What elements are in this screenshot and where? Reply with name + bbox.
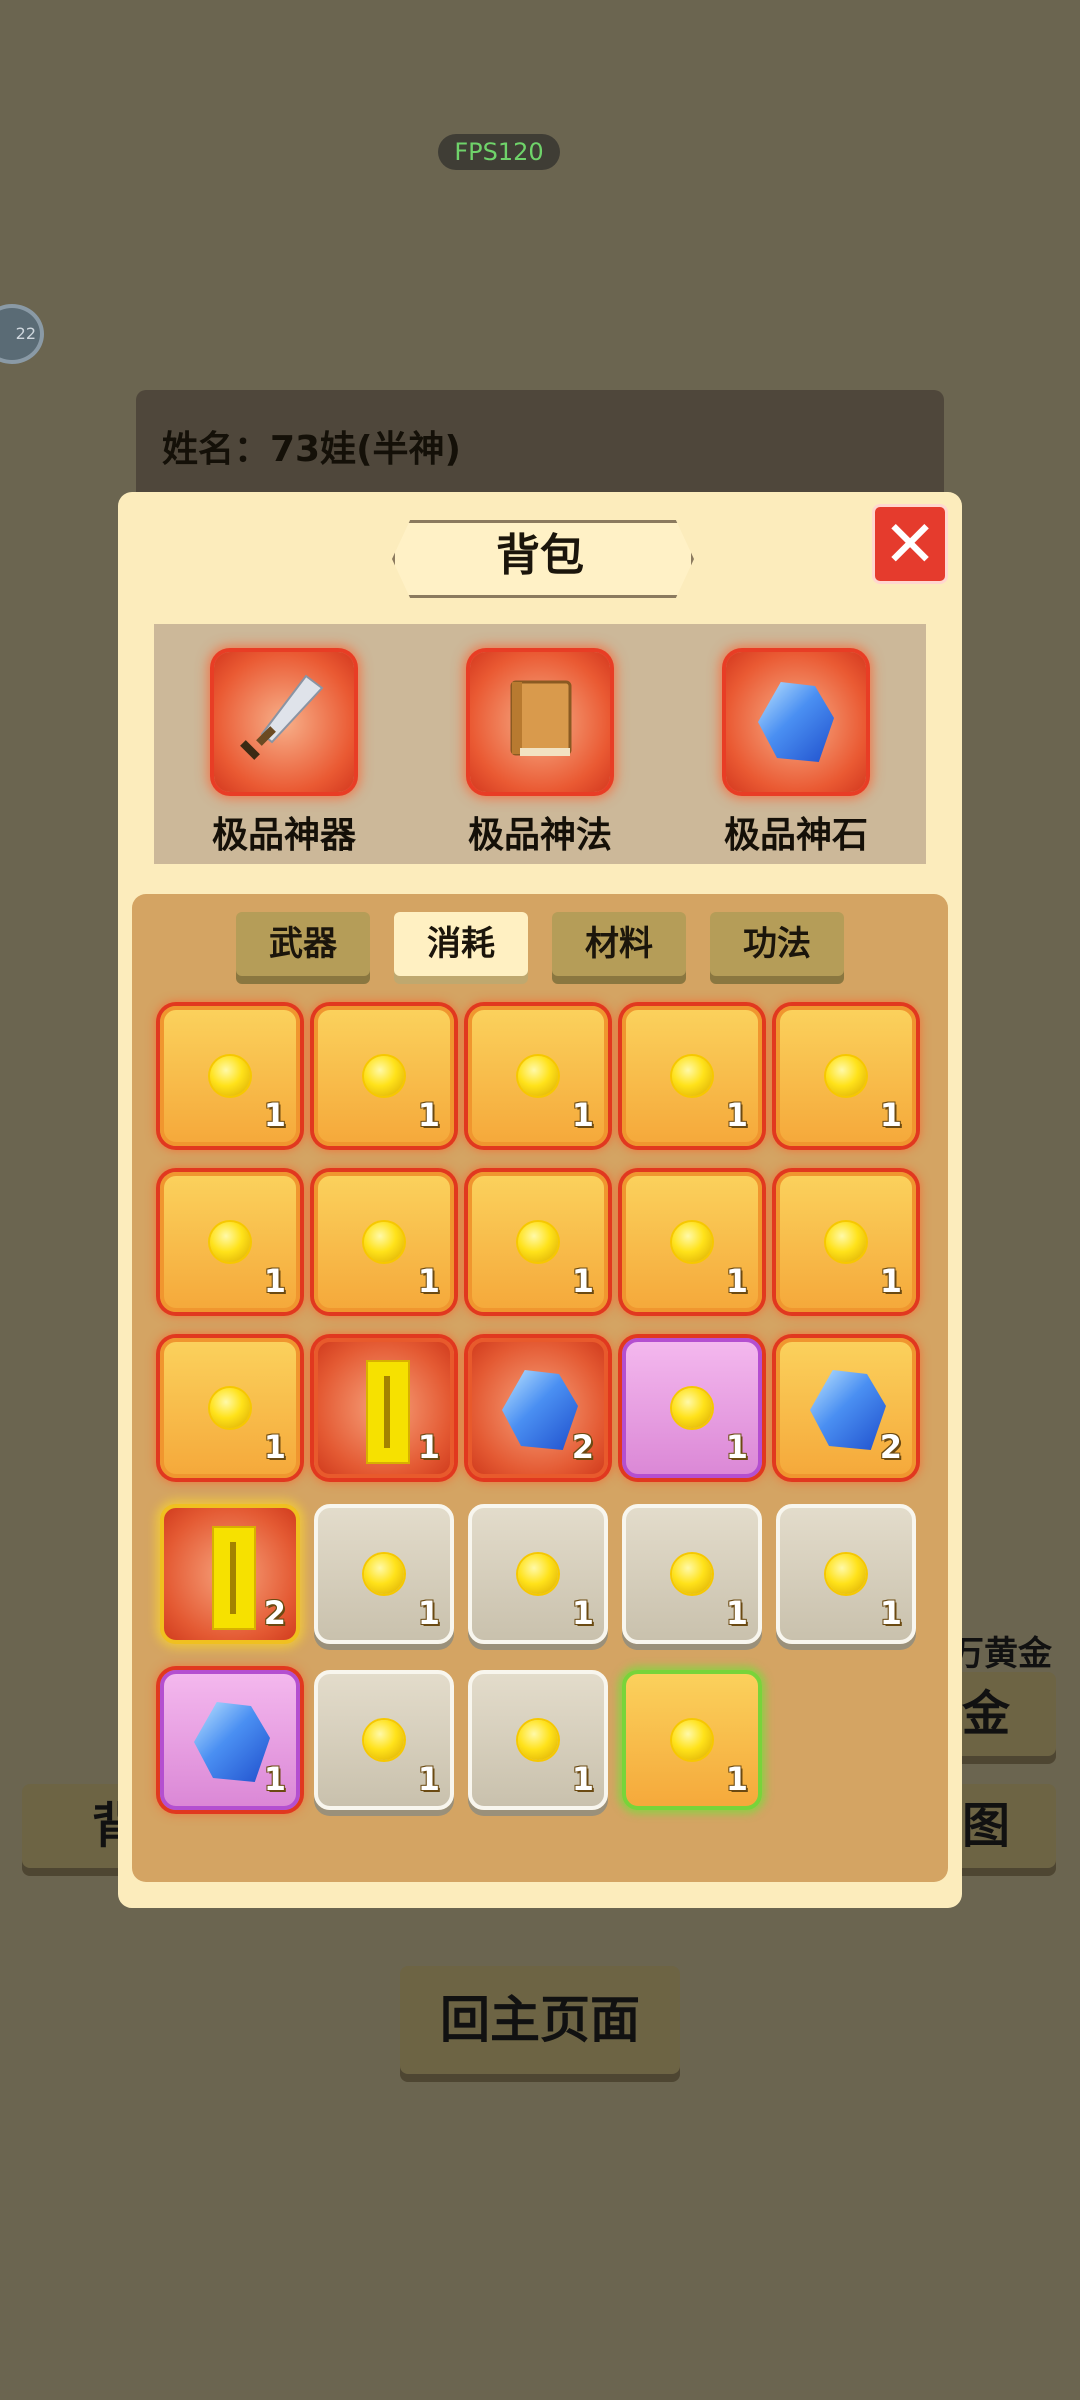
item-quantity: 1 [571, 1262, 594, 1300]
inventory-slot[interactable]: 1 [314, 1172, 454, 1312]
inventory-slot[interactable]: 1 [468, 1172, 608, 1312]
featured-label-book: 极品神法 [467, 815, 612, 856]
gold-coin-icon [672, 1222, 712, 1262]
item-quantity: 1 [879, 1096, 902, 1134]
inventory-slot[interactable]: 1 [622, 1338, 762, 1478]
item-quantity: 1 [571, 1760, 594, 1798]
gold-amount-label: 万黄金 [950, 1634, 1052, 1674]
gold-coin-icon [518, 1056, 558, 1096]
gold-coin-icon [364, 1720, 404, 1760]
item-quantity: 1 [417, 1096, 440, 1134]
tab-materials[interactable]: 材料 [552, 912, 686, 976]
gold-coin-icon [210, 1388, 250, 1428]
featured-item-weapon[interactable] [214, 652, 354, 792]
gold-coin-icon [672, 1554, 712, 1594]
gold-coin-icon [364, 1222, 404, 1262]
blue-gem-icon [502, 1370, 578, 1450]
item-quantity: 1 [725, 1760, 748, 1798]
blue-gem-icon [194, 1702, 270, 1782]
item-quantity: 1 [725, 1096, 748, 1134]
gold-coin-icon [672, 1720, 712, 1760]
item-quantity: 2 [571, 1428, 594, 1466]
featured-label-stone: 极品神石 [723, 815, 868, 856]
gold-coin-icon [518, 1222, 558, 1262]
gold-coin-icon [518, 1554, 558, 1594]
inventory-slot[interactable]: 1 [314, 1670, 454, 1810]
gold-coin-icon [210, 1056, 250, 1096]
inventory-slot[interactable]: 1 [314, 1338, 454, 1478]
inventory-slot[interactable]: 1 [160, 1006, 300, 1146]
inventory-slot[interactable]: 1 [314, 1504, 454, 1644]
item-quantity: 1 [417, 1428, 440, 1466]
tab-weapons[interactable]: 武器 [236, 912, 370, 976]
inventory-slot[interactable]: 1 [622, 1504, 762, 1644]
blue-gem-icon [758, 682, 834, 762]
item-quantity: 1 [263, 1760, 286, 1798]
inventory-slot[interactable]: 1 [622, 1006, 762, 1146]
inventory-slot[interactable]: 1 [160, 1670, 300, 1810]
item-quantity: 1 [571, 1594, 594, 1632]
inventory-slot[interactable]: 1 [468, 1504, 608, 1644]
home-button[interactable]: 回主页面 [400, 1966, 680, 2074]
featured-item-stone[interactable] [726, 652, 866, 792]
side-avatar-button[interactable]: 22 [0, 304, 44, 364]
inventory-slot[interactable]: 2 [160, 1504, 300, 1644]
item-quantity: 1 [725, 1262, 748, 1300]
talisman-icon [366, 1360, 410, 1464]
modal-title: 背包 [496, 530, 584, 581]
book-icon [510, 680, 572, 756]
item-quantity: 2 [263, 1594, 286, 1632]
talisman-icon [212, 1526, 256, 1630]
close-button[interactable]: ✕ [872, 504, 948, 584]
gold-coin-icon [826, 1056, 866, 1096]
gold-coin-icon [364, 1554, 404, 1594]
item-quantity: 1 [879, 1594, 902, 1632]
gold-coin-icon [210, 1222, 250, 1262]
player-name: 姓名：73娃(半神) [162, 429, 462, 470]
inventory-slot[interactable]: 1 [622, 1172, 762, 1312]
item-quantity: 1 [417, 1262, 440, 1300]
item-quantity: 1 [263, 1262, 286, 1300]
item-quantity: 1 [879, 1262, 902, 1300]
fps-counter: FPS120 [438, 134, 560, 170]
inventory-slot[interactable]: 1 [776, 1006, 916, 1146]
featured-label-weapon: 极品神器 [211, 815, 356, 856]
gold-coin-icon [826, 1222, 866, 1262]
inventory-slot[interactable]: 1 [468, 1006, 608, 1146]
gold-coin-icon [518, 1720, 558, 1760]
inventory-slot[interactable]: 1 [314, 1006, 454, 1146]
featured-item-book[interactable] [470, 652, 610, 792]
sword-icon [240, 674, 324, 760]
gold-coin-icon [672, 1056, 712, 1096]
inventory-slot[interactable]: 1 [160, 1172, 300, 1312]
item-quantity: 1 [417, 1760, 440, 1798]
item-quantity: 1 [263, 1096, 286, 1134]
item-quantity: 1 [571, 1096, 594, 1134]
gold-coin-icon [672, 1388, 712, 1428]
inventory-slot[interactable]: 1 [160, 1338, 300, 1478]
inventory-slot[interactable]: 1 [776, 1504, 916, 1644]
gold-coin-icon [364, 1056, 404, 1096]
inventory-slot[interactable]: 2 [776, 1338, 916, 1478]
inventory-slot[interactable]: 1 [776, 1172, 916, 1312]
item-quantity: 2 [879, 1428, 902, 1466]
item-quantity: 1 [417, 1594, 440, 1632]
tab-skills[interactable]: 功法 [710, 912, 844, 976]
item-quantity: 1 [725, 1594, 748, 1632]
inventory-slot[interactable]: 1 [622, 1670, 762, 1810]
tab-consumables[interactable]: 消耗 [394, 912, 528, 976]
inventory-slot[interactable]: 2 [468, 1338, 608, 1478]
item-quantity: 1 [263, 1428, 286, 1466]
item-quantity: 1 [725, 1428, 748, 1466]
gold-coin-icon [826, 1554, 866, 1594]
blue-gem-icon [810, 1370, 886, 1450]
inventory-slot[interactable]: 1 [468, 1670, 608, 1810]
